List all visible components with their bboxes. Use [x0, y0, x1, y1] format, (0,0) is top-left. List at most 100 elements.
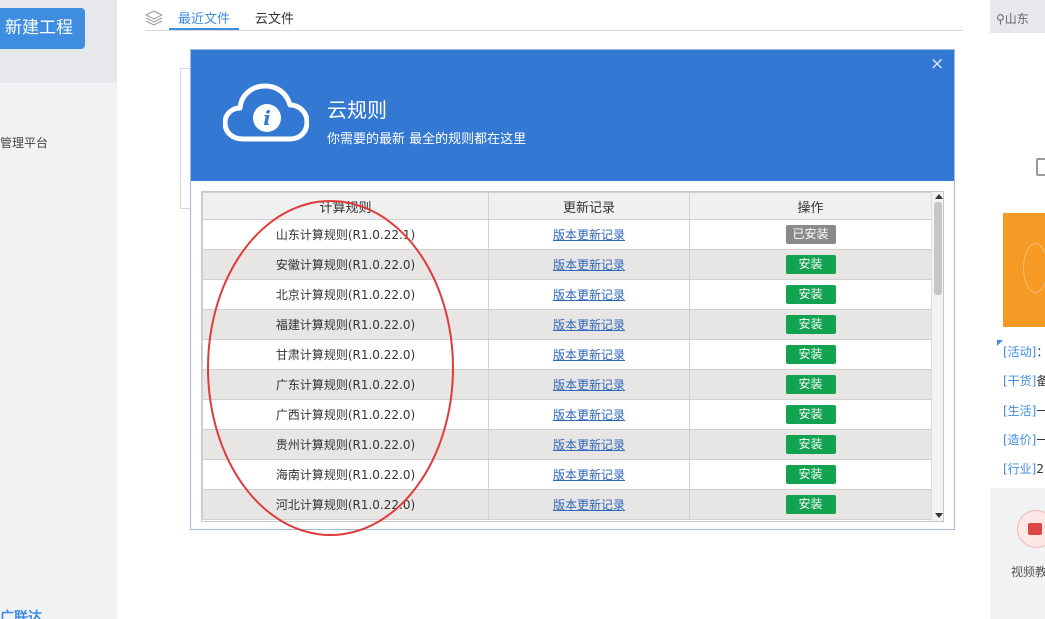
news-text: 一	[1036, 433, 1045, 447]
scroll-down-icon[interactable]	[935, 513, 943, 518]
action-cell: 已安装	[689, 219, 932, 250]
news-item[interactable]: [造价]一	[1003, 431, 1045, 448]
install-button[interactable]: 安装	[785, 285, 836, 304]
version-history-link[interactable]: 版本更新记录	[553, 348, 625, 362]
active-tab-indicator	[169, 28, 239, 30]
news-text: ：	[1036, 345, 1045, 359]
column-header-history[interactable]: 更新记录	[488, 192, 690, 220]
rules-table-container: 计算规则 更新记录 操作 山东计算规则(R1.0.22.1) 版本更新记录 已安…	[201, 191, 944, 522]
rule-name: 广东计算规则(R1.0.22.0)	[202, 369, 489, 400]
history-cell: 版本更新记录	[488, 219, 690, 250]
action-cell: 安装	[689, 429, 932, 460]
version-history-link[interactable]: 版本更新记录	[553, 378, 625, 392]
scroll-up-icon[interactable]	[935, 194, 943, 199]
tab-recent-files[interactable]: 最近文件	[178, 8, 230, 27]
history-cell: 版本更新记录	[488, 249, 690, 280]
new-project-button[interactable]: 新建工程	[0, 8, 85, 49]
left-sidebar-header: 新建工程	[0, 0, 117, 83]
news-item[interactable]: [活动]：	[1003, 343, 1045, 360]
rule-name: 福建计算规则(R1.0.22.0)	[202, 309, 489, 340]
news-tag: [生活]	[1003, 404, 1037, 418]
rule-name: 河北计算规则(R1.0.22.0)	[202, 489, 489, 520]
rule-name: 海南计算规则(R1.0.22.0)	[202, 459, 489, 490]
file-tabs: 最近文件 云文件	[145, 0, 963, 31]
column-header-action[interactable]: 操作	[689, 192, 932, 220]
version-history-link[interactable]: 版本更新记录	[553, 438, 625, 452]
scroll-thumb[interactable]	[934, 202, 942, 295]
action-cell: 安装	[689, 249, 932, 280]
promo-banner[interactable]	[1003, 213, 1045, 327]
installed-button[interactable]: 已安装	[785, 225, 836, 244]
table-row: 山东计算规则(R1.0.22.1) 版本更新记录 已安装	[202, 219, 932, 250]
column-header-rule[interactable]: 计算规则	[202, 192, 489, 220]
rules-table: 计算规则 更新记录 操作 山东计算规则(R1.0.22.1) 版本更新记录 已安…	[202, 192, 932, 520]
table-row: 河北计算规则(R1.0.22.0) 版本更新记录 安装	[202, 489, 932, 520]
news-item[interactable]: [干货]备	[1003, 372, 1045, 389]
version-history-link[interactable]: 版本更新记录	[553, 468, 625, 482]
install-button[interactable]: 安装	[785, 435, 836, 454]
close-icon[interactable]: ×	[930, 54, 944, 74]
table-row: 海南计算规则(R1.0.22.0) 版本更新记录 安装	[202, 459, 932, 490]
action-cell: 安装	[689, 339, 932, 370]
rule-name: 贵州计算规则(R1.0.22.0)	[202, 429, 489, 460]
news-text: 备	[1036, 374, 1045, 388]
rule-name: 山东计算规则(R1.0.22.1)	[202, 219, 489, 250]
install-button[interactable]: 安装	[785, 315, 836, 334]
install-button[interactable]: 安装	[785, 375, 836, 394]
video-tutorial-label[interactable]: 视频教	[1011, 563, 1045, 580]
rule-name: 广西计算规则(R1.0.22.0)	[202, 399, 489, 430]
news-item[interactable]: [生活]一	[1003, 402, 1045, 419]
location-selector[interactable]: ⚲山东	[996, 10, 1029, 27]
svg-text:i: i	[263, 106, 271, 130]
tab-cloud-files[interactable]: 云文件	[255, 8, 294, 27]
dialog-title: 云规则	[327, 98, 387, 122]
layers-icon	[145, 10, 163, 26]
promo-decoration	[1023, 243, 1045, 293]
calendar-icon[interactable]	[1036, 158, 1045, 176]
rule-name: 北京计算规则(R1.0.22.0)	[202, 279, 489, 310]
history-cell: 版本更新记录	[488, 369, 690, 400]
action-cell: 安装	[689, 309, 932, 340]
cloud-info-icon: i	[223, 83, 309, 142]
action-cell: 安装	[689, 459, 932, 490]
news-tag: [行业]	[1003, 462, 1037, 476]
history-cell: 版本更新记录	[488, 279, 690, 310]
table-row: 贵州计算规则(R1.0.22.0) 版本更新记录 安装	[202, 429, 932, 460]
bottom-logo-text: 广联达	[0, 610, 42, 619]
dialog-subtitle: 你需要的最新 最全的规则都在这里	[327, 132, 527, 147]
version-history-link[interactable]: 版本更新记录	[553, 498, 625, 512]
version-history-link[interactable]: 版本更新记录	[553, 318, 625, 332]
video-tutorial-icon[interactable]	[1017, 510, 1045, 548]
install-button[interactable]: 安装	[785, 405, 836, 424]
history-cell: 版本更新记录	[488, 489, 690, 520]
news-tag: [造价]	[1003, 433, 1037, 447]
platform-link[interactable]: 管理平台	[0, 134, 48, 151]
history-cell: 版本更新记录	[488, 429, 690, 460]
news-tag: [活动]	[1003, 345, 1037, 359]
news-item[interactable]: [行业]2	[1003, 460, 1044, 477]
version-history-link[interactable]: 版本更新记录	[553, 258, 625, 272]
history-cell: 版本更新记录	[488, 459, 690, 490]
news-tag: [干货]	[1003, 374, 1037, 388]
action-cell: 安装	[689, 489, 932, 520]
location-label: 山东	[1004, 12, 1029, 26]
version-history-link[interactable]: 版本更新记录	[553, 228, 625, 242]
table-row: 福建计算规则(R1.0.22.0) 版本更新记录 安装	[202, 309, 932, 340]
news-text: 一	[1036, 404, 1045, 418]
history-cell: 版本更新记录	[488, 399, 690, 430]
version-history-link[interactable]: 版本更新记录	[553, 408, 625, 422]
version-history-link[interactable]: 版本更新记录	[553, 288, 625, 302]
action-cell: 安装	[689, 369, 932, 400]
install-button[interactable]: 安装	[785, 345, 836, 364]
table-row: 广东计算规则(R1.0.22.0) 版本更新记录 安装	[202, 369, 932, 400]
install-button[interactable]: 安装	[785, 465, 836, 484]
install-button[interactable]: 安装	[785, 255, 836, 274]
table-scrollbar[interactable]	[931, 192, 943, 521]
cloud-rules-dialog: i 云规则 你需要的最新 最全的规则都在这里 × 计算规则 更新记录 操作 山东…	[190, 49, 955, 530]
table-row: 安徽计算规则(R1.0.22.0) 版本更新记录 安装	[202, 249, 932, 280]
rule-name: 安徽计算规则(R1.0.22.0)	[202, 249, 489, 280]
install-button[interactable]: 安装	[785, 495, 836, 514]
action-cell: 安装	[689, 279, 932, 310]
rule-name: 甘肃计算规则(R1.0.22.0)	[202, 339, 489, 370]
right-sidebar-header: ⚲山东	[990, 0, 1045, 33]
